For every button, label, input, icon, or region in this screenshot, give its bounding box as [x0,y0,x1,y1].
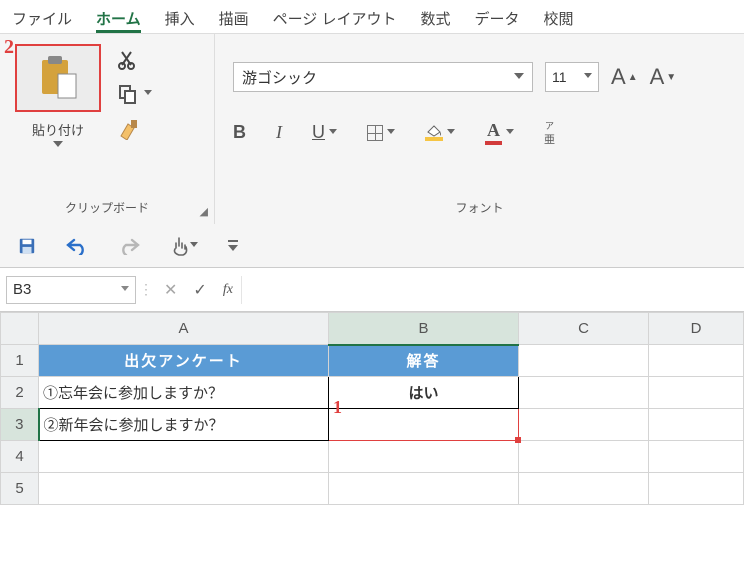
row-header-3[interactable]: 3 [1,409,39,441]
cell-a4[interactable] [39,441,329,473]
borders-button[interactable] [367,125,395,141]
col-header-b[interactable]: B [329,313,519,345]
cell-d2[interactable] [649,377,744,409]
cell-a1[interactable]: 出欠アンケート [39,345,329,377]
phonetic-button[interactable]: ア亜 [544,121,555,145]
name-box-value: B3 [13,281,31,298]
col-header-a[interactable]: A [39,313,329,345]
chevron-down-icon [506,129,514,137]
chevron-down-icon [514,73,524,81]
font-name-select[interactable]: 游ゴシック [233,62,533,92]
ribbon-tabs: ファイル ホーム 挿入 描画 ページ レイアウト 数式 データ 校閲 [0,0,744,34]
bold-button[interactable]: B [233,122,246,143]
callout-2: 2 [4,36,14,59]
ribbon: 2 貼り付け [0,34,744,224]
row-header-5[interactable]: 5 [1,473,39,505]
row-header-1[interactable]: 1 [1,345,39,377]
name-box[interactable]: B3 [6,276,136,304]
clipboard-launcher-icon[interactable]: ◢ [200,205,208,218]
callout-1: 1 [333,397,342,418]
cell-c2[interactable] [519,377,649,409]
font-size-value: 11 [552,69,567,85]
worksheet: A B C D 1 出欠アンケート 解答 2 ①忘年会に参加しますか？ はい [0,312,744,505]
grow-font-button[interactable]: A▲ [611,64,638,90]
underline-button[interactable]: U [312,122,337,143]
chevron-down-icon [144,90,152,98]
cell-a3[interactable]: ②新年会に参加しますか？ 1 [39,409,329,441]
cell-c5[interactable] [519,473,649,505]
group-title-font: フォント [215,195,744,220]
select-all-corner[interactable] [1,313,39,345]
enter-formula-button[interactable]: ✓ [185,280,214,300]
font-color-button[interactable]: A [485,120,514,145]
tab-formulas[interactable]: 数式 [420,8,450,33]
qat-customize-button[interactable] [228,240,238,252]
cell-b5[interactable] [329,473,519,505]
col-header-c[interactable]: C [519,313,649,345]
paste-button[interactable]: 貼り付け [16,44,100,149]
font-size-select[interactable]: 11 [545,62,599,92]
undo-button[interactable] [66,237,88,255]
fx-icon[interactable]: fx [215,282,241,298]
cell-c1[interactable] [519,345,649,377]
group-clipboard: 貼り付け クリップボード ◢ [0,34,215,224]
cell-b3[interactable] [329,409,519,441]
chevron-down-icon [447,129,455,137]
fill-color-button[interactable] [425,125,455,141]
chevron-down-icon[interactable] [53,141,63,149]
separator: ⋮ [136,281,156,298]
tab-page-layout[interactable]: ページ レイアウト [273,8,397,33]
cell-d4[interactable] [649,441,744,473]
cut-button[interactable] [118,50,152,70]
cancel-formula-button[interactable]: ✕ [156,280,185,300]
cell-a2[interactable]: ①忘年会に参加しますか？ [39,377,329,409]
cell-a3-value: ②新年会に参加しますか？ [44,417,224,434]
tab-insert[interactable]: 挿入 [165,8,195,33]
touch-mode-button[interactable] [170,235,198,257]
tab-data[interactable]: データ [475,8,520,33]
cell-d3[interactable] [649,409,744,441]
chevron-down-icon [190,242,198,250]
chevron-down-icon [584,73,592,81]
cell-d5[interactable] [649,473,744,505]
cell-b4[interactable] [329,441,519,473]
cell-b1[interactable]: 解答 [329,345,519,377]
save-button[interactable] [18,237,36,255]
tab-file[interactable]: ファイル [12,8,72,33]
tab-draw[interactable]: 描画 [219,8,249,33]
group-title-clipboard: クリップボード [0,195,214,220]
formula-bar: B3 ⋮ ✕ ✓ fx [0,268,744,312]
italic-button[interactable]: I [276,122,282,143]
shrink-font-button[interactable]: A▼ [650,64,677,90]
format-painter-button[interactable] [118,118,152,140]
cell-b2[interactable]: はい [329,377,519,409]
formula-input[interactable] [241,276,738,304]
paste-icon [15,44,101,112]
chevron-down-icon [121,286,129,294]
row-header-2[interactable]: 2 [1,377,39,409]
quick-access-toolbar [0,224,744,268]
group-font: 游ゴシック 11 A▲ A▼ B I U A ア亜 フォント [215,34,744,224]
redo-button[interactable] [118,237,140,255]
col-header-d[interactable]: D [649,313,744,345]
row-header-4[interactable]: 4 [1,441,39,473]
tab-review[interactable]: 校閲 [544,8,574,33]
paste-label: 貼り付け [32,120,84,139]
chevron-down-icon [387,129,395,137]
cell-c4[interactable] [519,441,649,473]
cell-d1[interactable] [649,345,744,377]
copy-button[interactable] [118,84,152,104]
font-name-value: 游ゴシック [242,67,317,88]
cell-c3[interactable] [519,409,649,441]
tab-home[interactable]: ホーム [96,8,141,33]
cell-a5[interactable] [39,473,329,505]
chevron-down-icon [329,129,337,137]
